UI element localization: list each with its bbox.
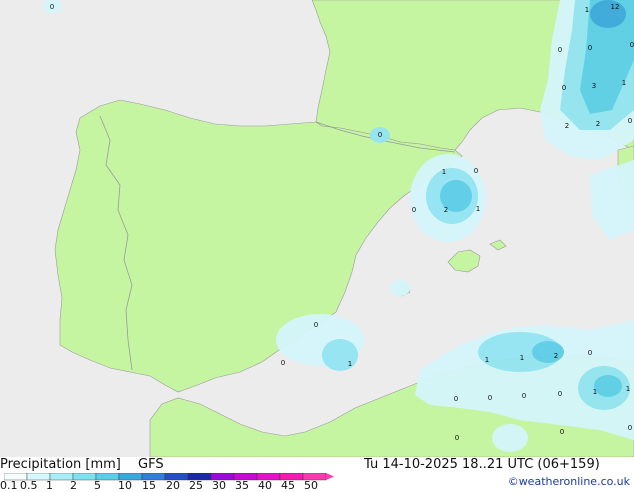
label-south-spain-2: 0 [281,359,285,367]
label-algeria-2: 1 [520,354,524,362]
label-algeria-4: 0 [588,349,592,357]
scale-tick-label: 30 [212,479,226,492]
label-algeria-7: 0 [522,392,526,400]
scale-tick-label: 5 [94,479,101,492]
scale-tick-label: 0.1 [0,479,18,492]
label-algeria-6: 0 [488,394,492,402]
label-algeria-14: 0 [630,41,634,49]
label-south-spain-3: 1 [348,360,352,368]
label-algeria-10: 1 [626,385,630,393]
scale-tick-label: 45 [281,479,295,492]
model-label: GFS [138,457,164,472]
scale-tick-label: 0.5 [20,479,38,492]
scale-tick-label: 1 [46,479,53,492]
scale-tick-label: 50 [304,479,318,492]
label-top-left: 0 [50,3,54,11]
label-algeria-9: 1 [593,388,597,396]
label-catalonia-3: 0 [412,206,416,214]
label-catalonia-4: 2 [444,206,448,214]
scale-arrow [326,473,334,480]
label-france-e12: 12 [611,3,620,11]
legend-bar: Precipitation [mm] GFS Tu 14-10-2025 18.… [0,457,634,492]
label-france-e4: 0 [562,84,566,92]
label-algeria-5: 0 [454,395,458,403]
label-france-e2: 0 [558,46,562,54]
label-france-e6: 1 [622,79,626,87]
valid-time: Tu 14-10-2025 18..21 UTC (06+159) [364,457,600,472]
scale-tick-label: 40 [258,479,272,492]
label-france-e8: 2 [596,120,600,128]
label-algeria-8: 0 [558,390,562,398]
label-france-e5: 3 [592,82,596,90]
scale-tick-label: 35 [235,479,249,492]
label-algeria-1: 1 [485,356,489,364]
scale-tick-label: 2 [70,479,77,492]
label-algeria-3: 2 [554,352,558,360]
scale-tick-label: 10 [118,479,132,492]
scale-tick-label: 25 [189,479,203,492]
scale-tick-label: 15 [142,479,156,492]
label-algeria-11: 0 [560,428,564,436]
label-catalonia-5: 1 [476,205,480,213]
label-south-spain-1: 0 [314,321,318,329]
label-france-e1: 1 [585,6,589,14]
product-label: Precipitation [mm] [0,457,121,472]
label-algeria-12: 0 [628,424,632,432]
label-france-e9: 0 [628,117,632,125]
label-france-e7: 2 [565,122,569,130]
label-catalonia-2: 0 [474,167,478,175]
label-catalonia-1: 1 [442,168,446,176]
label-france-e3: 0 [588,44,592,52]
scale-tick-label: 20 [166,479,180,492]
label-algeria-13: 0 [455,434,459,442]
precipitation-map: 0 1 12 0 0 0 3 1 2 2 0 0 1 0 0 2 1 0 0 1… [0,0,634,457]
label-pyrenees: 0 [378,131,382,139]
credit: ©weatheronline.co.uk [507,475,630,488]
